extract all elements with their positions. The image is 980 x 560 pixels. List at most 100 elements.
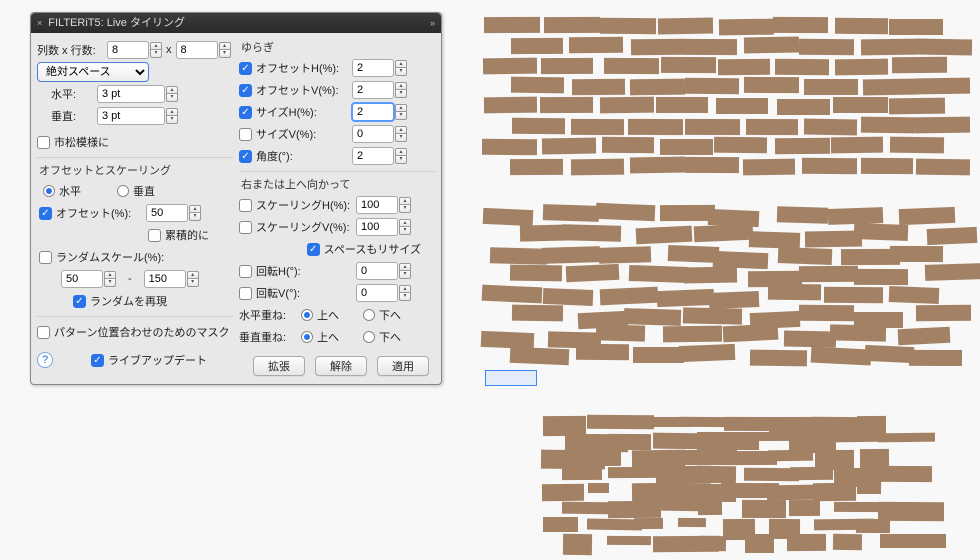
stepper-up-icon[interactable]: ▴ bbox=[150, 42, 162, 50]
stepper-down-icon[interactable]: ▾ bbox=[395, 134, 407, 142]
cols-field[interactable] bbox=[107, 41, 149, 59]
stepper-up-icon[interactable]: ▴ bbox=[187, 271, 199, 279]
offsetH-field[interactable] bbox=[352, 59, 394, 77]
horiz-radio[interactable] bbox=[43, 185, 55, 197]
stepper-up-icon[interactable]: ▴ bbox=[166, 86, 178, 94]
angle-input[interactable]: ▴▾ bbox=[352, 147, 407, 165]
angle-field[interactable] bbox=[352, 147, 394, 165]
brick bbox=[543, 517, 578, 532]
stepper-up-icon[interactable]: ▴ bbox=[395, 60, 407, 68]
random-min-input[interactable]: ▴▾ bbox=[61, 270, 116, 288]
stepper-up-icon[interactable]: ▴ bbox=[399, 197, 411, 205]
vert-space-input[interactable]: ▴▾ bbox=[97, 107, 178, 125]
stepper-up-icon[interactable]: ▴ bbox=[395, 126, 407, 134]
stepper-down-icon[interactable]: ▾ bbox=[395, 112, 407, 120]
sizeH-input[interactable]: ▴▾ bbox=[352, 103, 407, 121]
stepper-down-icon[interactable]: ▾ bbox=[104, 279, 116, 287]
sizeV-input[interactable]: ▴▾ bbox=[352, 125, 407, 143]
scalingH-checkbox[interactable] bbox=[239, 199, 252, 212]
offsetH-input[interactable]: ▴▾ bbox=[352, 59, 407, 77]
brick bbox=[799, 266, 858, 283]
scalingV-field[interactable] bbox=[356, 218, 398, 236]
vert-space-field[interactable] bbox=[97, 107, 165, 125]
stepper-down-icon[interactable]: ▾ bbox=[219, 50, 231, 58]
vert-radio[interactable] bbox=[117, 185, 129, 197]
stepper-down-icon[interactable]: ▾ bbox=[395, 90, 407, 98]
h-overlap-up-radio[interactable] bbox=[301, 309, 313, 321]
stepper-up-icon[interactable]: ▴ bbox=[104, 271, 116, 279]
stepper-down-icon[interactable]: ▾ bbox=[150, 50, 162, 58]
sizeV-checkbox[interactable] bbox=[239, 128, 252, 141]
mask-checkbox[interactable] bbox=[37, 326, 50, 339]
reproduce-random-checkbox[interactable] bbox=[73, 295, 86, 308]
live-update-checkbox[interactable] bbox=[91, 354, 104, 367]
release-button[interactable]: 解除 bbox=[315, 356, 367, 376]
angle-checkbox[interactable] bbox=[239, 150, 252, 163]
rotV-field[interactable] bbox=[356, 284, 398, 302]
scalingH-input[interactable]: ▴▾ bbox=[356, 196, 411, 214]
panel-titlebar[interactable]: × FILTERiT5: Live タイリング » bbox=[31, 13, 441, 33]
stepper-down-icon[interactable]: ▾ bbox=[399, 293, 411, 301]
stepper-up-icon[interactable]: ▴ bbox=[395, 104, 407, 112]
accumulate-checkbox[interactable] bbox=[148, 229, 161, 242]
horiz-space-input[interactable]: ▴▾ bbox=[97, 85, 178, 103]
h-overlap-down-radio[interactable] bbox=[363, 309, 375, 321]
stepper-down-icon[interactable]: ▾ bbox=[395, 68, 407, 76]
rows-input[interactable]: ▴▾ bbox=[176, 41, 231, 59]
rotH-field[interactable] bbox=[356, 262, 398, 280]
offsetV-input[interactable]: ▴▾ bbox=[352, 81, 407, 99]
stepper-down-icon[interactable]: ▾ bbox=[189, 213, 201, 221]
stepper-down-icon[interactable]: ▾ bbox=[166, 94, 178, 102]
rotH-checkbox[interactable] bbox=[239, 265, 252, 278]
random-max-input[interactable]: ▴▾ bbox=[144, 270, 199, 288]
sizeV-field[interactable] bbox=[352, 125, 394, 143]
v-overlap-down-radio[interactable] bbox=[363, 331, 375, 343]
stepper-up-icon[interactable]: ▴ bbox=[399, 263, 411, 271]
apply-button[interactable]: 適用 bbox=[377, 356, 429, 376]
horiz-space-field[interactable] bbox=[97, 85, 165, 103]
random-max-field[interactable] bbox=[144, 270, 186, 288]
stepper-down-icon[interactable]: ▾ bbox=[166, 116, 178, 124]
stepper-up-icon[interactable]: ▴ bbox=[399, 285, 411, 293]
offsetV-field[interactable] bbox=[352, 81, 394, 99]
brick bbox=[802, 157, 857, 173]
sizeH-checkbox[interactable] bbox=[239, 106, 252, 119]
expand-button[interactable]: 拡張 bbox=[253, 356, 305, 376]
stepper-down-icon[interactable]: ▾ bbox=[187, 279, 199, 287]
v-overlap-down-label: 下へ bbox=[379, 329, 401, 345]
rotV-checkbox[interactable] bbox=[239, 287, 252, 300]
offset-checkbox[interactable] bbox=[39, 207, 52, 220]
stepper-down-icon[interactable]: ▾ bbox=[399, 271, 411, 279]
sizeH-field[interactable] bbox=[352, 103, 394, 121]
help-icon[interactable]: ? bbox=[37, 352, 53, 368]
random-scale-checkbox[interactable] bbox=[39, 251, 52, 264]
expand-icon[interactable]: » bbox=[430, 13, 435, 33]
selection-rect[interactable] bbox=[485, 370, 537, 386]
stepper-up-icon[interactable]: ▴ bbox=[395, 148, 407, 156]
offsetV-checkbox[interactable] bbox=[239, 84, 252, 97]
offset-input[interactable]: ▴▾ bbox=[146, 204, 201, 222]
scalingV-input[interactable]: ▴▾ bbox=[356, 218, 411, 236]
rotV-input[interactable]: ▴▾ bbox=[356, 284, 411, 302]
stepper-down-icon[interactable]: ▾ bbox=[399, 205, 411, 213]
scalingH-field[interactable] bbox=[356, 196, 398, 214]
stepper-up-icon[interactable]: ▴ bbox=[189, 205, 201, 213]
stepper-down-icon[interactable]: ▾ bbox=[395, 156, 407, 164]
stepper-up-icon[interactable]: ▴ bbox=[219, 42, 231, 50]
rotH-input[interactable]: ▴▾ bbox=[356, 262, 411, 280]
rows-field[interactable] bbox=[176, 41, 218, 59]
stepper-up-icon[interactable]: ▴ bbox=[166, 108, 178, 116]
close-icon[interactable]: × bbox=[37, 13, 42, 33]
stepper-up-icon[interactable]: ▴ bbox=[395, 82, 407, 90]
stepper-up-icon[interactable]: ▴ bbox=[399, 219, 411, 227]
random-min-field[interactable] bbox=[61, 270, 103, 288]
space-mode-select[interactable]: 絶対スペース bbox=[37, 62, 149, 82]
offset-field[interactable] bbox=[146, 204, 188, 222]
scalingV-checkbox[interactable] bbox=[239, 221, 252, 234]
cols-input[interactable]: ▴▾ bbox=[107, 41, 162, 59]
checker-checkbox[interactable] bbox=[37, 136, 50, 149]
v-overlap-up-radio[interactable] bbox=[301, 331, 313, 343]
resize-space-checkbox[interactable] bbox=[307, 243, 320, 256]
stepper-down-icon[interactable]: ▾ bbox=[399, 227, 411, 235]
offsetH-checkbox[interactable] bbox=[239, 62, 252, 75]
